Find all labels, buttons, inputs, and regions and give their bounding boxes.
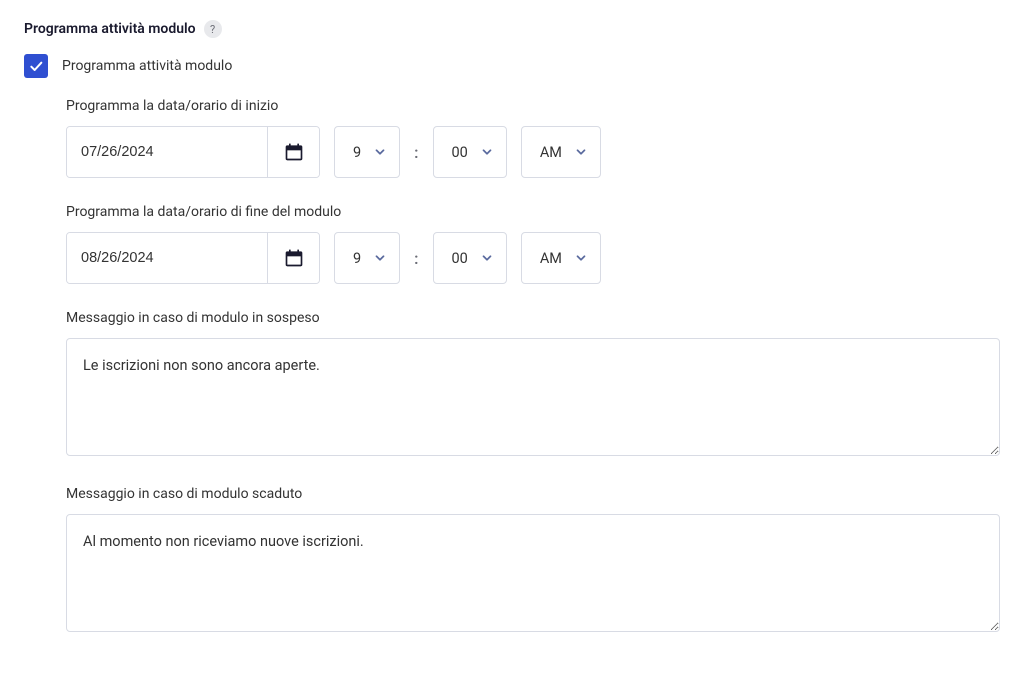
start-minute-select[interactable]: 00 <box>433 126 507 178</box>
start-ampm-select[interactable]: AM <box>521 126 601 178</box>
end-hour-select[interactable]: 9 <box>334 232 400 284</box>
start-hour-select[interactable]: 9 <box>334 126 400 178</box>
end-hour-value: 9 <box>353 250 361 267</box>
start-datetime-row: 9 : 00 AM <box>66 126 1000 178</box>
start-date-input[interactable] <box>67 127 267 177</box>
end-minute-value: 00 <box>452 250 468 267</box>
schedule-checkbox-label: Programma attività modulo <box>62 58 232 74</box>
end-ampm-value: AM <box>540 250 562 267</box>
chevron-down-icon <box>574 145 588 159</box>
calendar-icon <box>284 142 304 162</box>
time-separator: : <box>414 143 418 162</box>
chevron-down-icon <box>574 251 588 265</box>
start-datetime-label: Programma la data/orario di inizio <box>66 98 1000 114</box>
end-date-input[interactable] <box>67 233 267 283</box>
start-ampm-value: AM <box>540 144 562 161</box>
end-datetime-label: Programma la data/orario di fine del mod… <box>66 204 1000 220</box>
time-separator: : <box>414 249 418 268</box>
help-icon[interactable]: ? <box>204 20 222 38</box>
calendar-icon <box>284 248 304 268</box>
start-date-calendar-button[interactable] <box>267 127 319 177</box>
start-minute-value: 00 <box>452 144 468 161</box>
start-hour-value: 9 <box>353 144 361 161</box>
pending-message-textarea[interactable] <box>66 338 1000 456</box>
expired-message-label: Messaggio in caso di modulo scaduto <box>66 486 1000 502</box>
end-date-calendar-button[interactable] <box>267 233 319 283</box>
chevron-down-icon <box>373 251 387 265</box>
end-date-picker <box>66 232 320 284</box>
section-title-text: Programma attività modulo <box>24 21 196 37</box>
chevron-down-icon <box>480 251 494 265</box>
chevron-down-icon <box>480 145 494 159</box>
schedule-checkbox[interactable] <box>24 54 48 78</box>
end-datetime-row: 9 : 00 AM <box>66 232 1000 284</box>
section-title: Programma attività modulo ? <box>24 20 1000 38</box>
end-minute-select[interactable]: 00 <box>433 232 507 284</box>
chevron-down-icon <box>373 145 387 159</box>
check-icon <box>28 58 44 74</box>
start-date-picker <box>66 126 320 178</box>
expired-message-textarea[interactable] <box>66 514 1000 632</box>
pending-message-label: Messaggio in caso di modulo in sospeso <box>66 310 1000 326</box>
end-ampm-select[interactable]: AM <box>521 232 601 284</box>
